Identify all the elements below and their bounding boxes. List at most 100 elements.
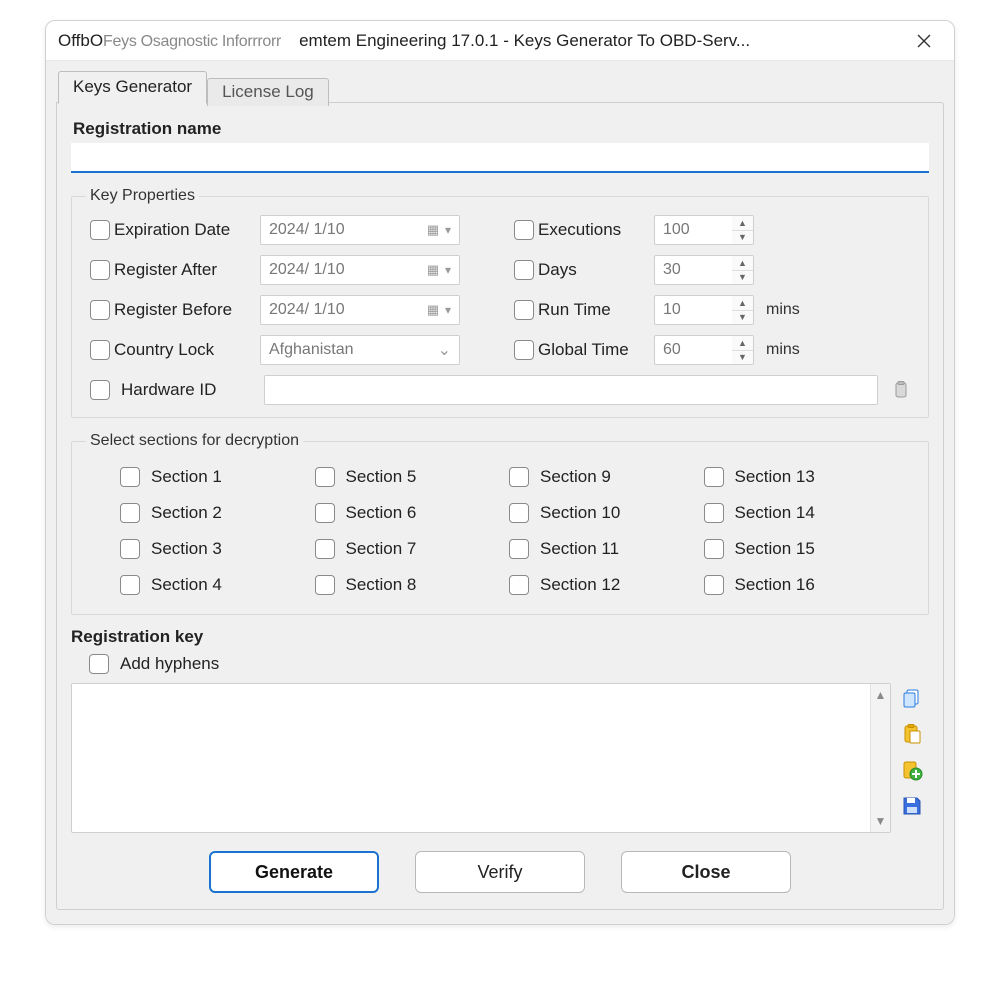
section-16-checkbox[interactable] [704,575,724,595]
executions-spin[interactable]: 100 ▲▼ [654,215,754,245]
section-8-checkbox[interactable] [315,575,335,595]
tab-license-log[interactable]: License Log [207,78,329,106]
section-5-checkbox[interactable] [315,467,335,487]
run-time-spin[interactable]: 10 ▲▼ [654,295,754,325]
section-5-item: Section 5 [311,464,496,490]
register-after-field[interactable]: 2024/ 1/10 ▦ ▾ [260,255,460,285]
calendar-icon: ▦ [423,262,443,278]
section-15-checkbox[interactable] [704,539,724,559]
section-4-item: Section 4 [116,572,301,598]
hardware-id-paste-button[interactable] [888,377,914,403]
close-button[interactable]: Close [621,851,791,893]
key-scrollbar[interactable]: ▲ ▼ [870,684,890,832]
window-title-right: emtem Engineering 17.0.1 - Keys Generato… [281,31,902,51]
title-faded: Feys Osagnostic Inforrrorr [103,33,281,51]
register-before-field[interactable]: 2024/ 1/10 ▦ ▾ [260,295,460,325]
executions-spinner[interactable]: ▲▼ [732,215,754,245]
executions-value: 100 [663,221,690,239]
executions-checkbox[interactable] [514,220,534,240]
clipboard-icon [891,380,911,400]
add-hyphens-checkbox[interactable] [89,654,109,674]
spin-up-icon: ▲ [732,336,753,351]
section-2-checkbox[interactable] [120,503,140,523]
tabpage-keys-generator: Registration name Key Properties Expirat… [56,102,944,910]
section-12-checkbox[interactable] [509,575,529,595]
spin-up-icon: ▲ [732,216,753,231]
save-button[interactable] [899,793,925,819]
section-9-label: Section 9 [540,467,611,487]
window-title-left: OffbOFeys Osagnostic Inforrrorr [58,31,281,51]
global-time-spinner[interactable]: ▲▼ [732,335,754,365]
section-11-checkbox[interactable] [509,539,529,559]
executions-label: Executions [538,220,648,240]
spin-up-icon: ▲ [732,296,753,311]
global-time-checkbox[interactable] [514,340,534,360]
section-2-item: Section 2 [116,500,301,526]
section-7-checkbox[interactable] [315,539,335,559]
expiration-date-value: 2024/ 1/10 [269,221,345,239]
section-10-checkbox[interactable] [509,503,529,523]
close-button-label: Close [681,862,730,883]
section-13-checkbox[interactable] [704,467,724,487]
window-close-button[interactable] [902,25,946,57]
tabstrip: Keys Generator License Log [56,69,944,103]
section-15-item: Section 15 [700,536,885,562]
scroll-up-icon: ▲ [875,688,887,702]
chevron-down-icon: ▾ [445,303,451,317]
run-time-checkbox[interactable] [514,300,534,320]
section-16-label: Section 16 [735,575,815,595]
section-5-label: Section 5 [346,467,417,487]
section-12-item: Section 12 [505,572,690,598]
hardware-id-row: Hardware ID [86,375,914,405]
days-spin[interactable]: 30 ▲▼ [654,255,754,285]
key-properties-grid: Expiration Date 2024/ 1/10 ▦ ▾ Execution… [86,215,914,365]
registration-key-label: Registration key [71,627,203,647]
chevron-down-icon: ▾ [445,223,451,237]
section-14-checkbox[interactable] [704,503,724,523]
section-1-checkbox[interactable] [120,467,140,487]
days-label: Days [538,260,648,280]
hardware-id-field[interactable] [264,375,878,405]
add-button[interactable] [899,757,925,783]
registration-name-input[interactable] [71,143,929,173]
copy-icon [901,687,923,709]
section-9-checkbox[interactable] [509,467,529,487]
country-lock-checkbox[interactable] [90,340,110,360]
run-time-spinner[interactable]: ▲▼ [732,295,754,325]
expiration-date-checkbox[interactable] [90,220,110,240]
global-time-spin[interactable]: 60 ▲▼ [654,335,754,365]
title-prefix: OffbO [58,31,103,51]
copy-button[interactable] [899,685,925,711]
section-6-checkbox[interactable] [315,503,335,523]
section-3-checkbox[interactable] [120,539,140,559]
section-6-item: Section 6 [311,500,496,526]
expiration-date-label: Expiration Date [114,220,254,240]
global-time-label: Global Time [538,340,648,360]
days-checkbox[interactable] [514,260,534,280]
section-11-label: Section 11 [540,539,619,559]
tab-keys-generator[interactable]: Keys Generator [58,71,207,104]
register-after-checkbox[interactable] [90,260,110,280]
section-4-checkbox[interactable] [120,575,140,595]
verify-button[interactable]: Verify [415,851,585,893]
hardware-id-checkbox[interactable] [90,380,110,400]
paste-button[interactable] [899,721,925,747]
register-after-value: 2024/ 1/10 [269,261,345,279]
save-icon [901,795,923,817]
days-spinner[interactable]: ▲▼ [732,255,754,285]
spin-down-icon: ▼ [732,311,753,325]
section-16-item: Section 16 [700,572,885,598]
section-7-item: Section 7 [311,536,496,562]
country-lock-label: Country Lock [114,340,254,360]
registration-key-textarea[interactable]: ▲ ▼ [71,683,891,833]
titlebar: OffbOFeys Osagnostic Inforrrorr emtem En… [46,21,954,61]
country-lock-combo[interactable]: Afghanistan ⌄ [260,335,460,365]
add-icon [901,759,923,781]
section-9-item: Section 9 [505,464,690,490]
register-before-checkbox[interactable] [90,300,110,320]
sections-group: Select sections for decryption Section 1… [71,432,929,615]
expiration-date-field[interactable]: 2024/ 1/10 ▦ ▾ [260,215,460,245]
spin-down-icon: ▼ [732,271,753,285]
close-icon [917,34,931,48]
generate-button[interactable]: Generate [209,851,379,893]
